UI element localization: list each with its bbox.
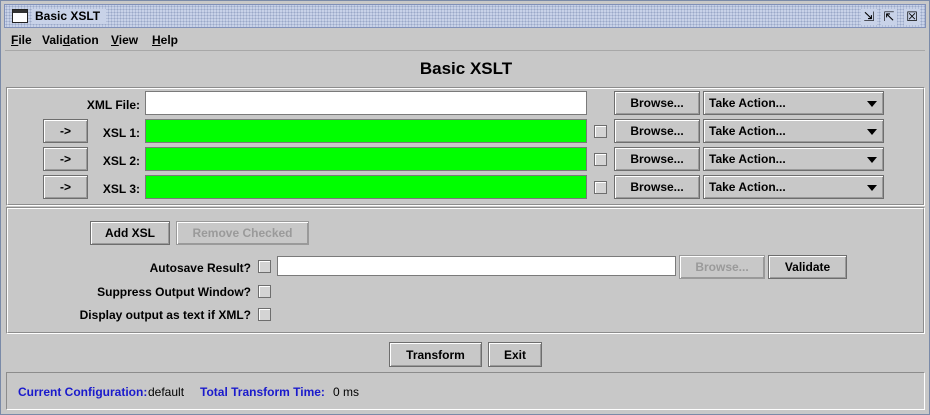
menu-file[interactable]: File: [11, 33, 32, 47]
autosave-checkbox[interactable]: [258, 260, 271, 273]
window-title: Basic XSLT: [32, 9, 107, 24]
xsl3-browse-button[interactable]: Browse...: [614, 175, 700, 199]
menu-file-rest: ile: [18, 33, 32, 47]
app-window: Basic XSLT ⇲ ⇱ ☒ File Validation View He…: [0, 0, 930, 415]
menu-help[interactable]: Help: [152, 33, 178, 47]
xsl2-checkbox[interactable]: [594, 153, 607, 166]
menu-validation-mnemonic: d: [62, 33, 71, 47]
xsl2-take-action-select[interactable]: Take Action...: [703, 147, 884, 171]
xsl1-checkbox[interactable]: [594, 125, 607, 138]
menu-view-mnemonic: V: [111, 33, 119, 47]
chevron-down-icon: [867, 129, 877, 135]
xsl2-take-action-value: Take Action...: [709, 152, 786, 166]
xml-take-action-value: Take Action...: [709, 96, 786, 110]
window-app-icon: [12, 9, 28, 23]
menu-help-rest: elp: [160, 33, 179, 47]
title-bar[interactable]: Basic XSLT ⇲ ⇱ ☒: [4, 4, 926, 28]
menu-validation[interactable]: Validation: [42, 33, 99, 47]
xsl1-input[interactable]: [145, 119, 587, 143]
xsl2-arrow-button[interactable]: ->: [43, 147, 88, 171]
xsl2-input[interactable]: [145, 147, 587, 171]
xsl3-arrow-button[interactable]: ->: [43, 175, 88, 199]
xml-take-action-select[interactable]: Take Action...: [703, 91, 884, 115]
xsl1-label: XSL 1:: [102, 126, 140, 140]
status-bar: Current Configuration: default Total Tra…: [6, 372, 925, 410]
suppress-output-checkbox[interactable]: [258, 285, 271, 298]
transform-time-label: Total Transform Time:: [200, 385, 325, 399]
validate-button[interactable]: Validate: [768, 255, 847, 279]
xsl1-arrow-button[interactable]: ->: [43, 119, 88, 143]
chevron-down-icon: [867, 185, 877, 191]
menu-view[interactable]: View: [111, 33, 138, 47]
transform-button[interactable]: Transform: [389, 342, 482, 367]
display-as-text-label: Display output as text if XML?: [79, 308, 251, 322]
options-panel: Add XSL Remove Checked Autosave Result? …: [6, 207, 925, 334]
xsl2-browse-button[interactable]: Browse...: [614, 147, 700, 171]
menu-view-rest: iew: [118, 33, 139, 47]
page-title: Basic XSLT: [419, 59, 513, 78]
autosave-path-input[interactable]: [277, 256, 676, 276]
menu-validation-pre: Vali: [42, 33, 63, 47]
add-xsl-button[interactable]: Add XSL: [90, 221, 170, 245]
xsl2-label: XSL 2:: [102, 154, 140, 168]
xsl3-take-action-value: Take Action...: [709, 180, 786, 194]
menu-bar: File Validation View Help: [5, 30, 925, 51]
autosave-browse-button[interactable]: Browse...: [679, 255, 765, 279]
xsl3-take-action-select[interactable]: Take Action...: [703, 175, 884, 199]
xsl1-take-action-value: Take Action...: [709, 124, 786, 138]
transform-time-value: 0 ms: [333, 385, 360, 399]
remove-checked-button[interactable]: Remove Checked: [176, 221, 309, 245]
current-config-value: default: [148, 385, 185, 399]
chevron-down-icon: [867, 157, 877, 163]
xsl1-take-action-select[interactable]: Take Action...: [703, 119, 884, 143]
close-icon[interactable]: ☒: [904, 9, 920, 25]
exit-button[interactable]: Exit: [488, 342, 542, 367]
current-config-label: Current Configuration:: [18, 385, 148, 399]
xml-browse-button[interactable]: Browse...: [614, 91, 700, 115]
chevron-down-icon: [867, 101, 877, 107]
display-as-text-checkbox[interactable]: [258, 308, 271, 321]
autosave-label: Autosave Result?: [149, 261, 251, 275]
suppress-output-label: Suppress Output Window?: [97, 285, 251, 299]
xml-file-label: XML File:: [86, 98, 140, 112]
xml-file-input[interactable]: [145, 91, 587, 115]
file-panel: XML File: Browse... Take Action... -> XS…: [6, 87, 925, 206]
menu-help-mnemonic: H: [152, 33, 161, 47]
maximize-icon[interactable]: ⇱: [881, 9, 897, 25]
xsl3-label: XSL 3:: [102, 182, 140, 196]
xsl3-checkbox[interactable]: [594, 181, 607, 194]
xsl3-input[interactable]: [145, 175, 587, 199]
minimize-icon[interactable]: ⇲: [861, 9, 877, 25]
menu-validation-rest: ation: [70, 33, 99, 47]
xsl1-browse-button[interactable]: Browse...: [614, 119, 700, 143]
